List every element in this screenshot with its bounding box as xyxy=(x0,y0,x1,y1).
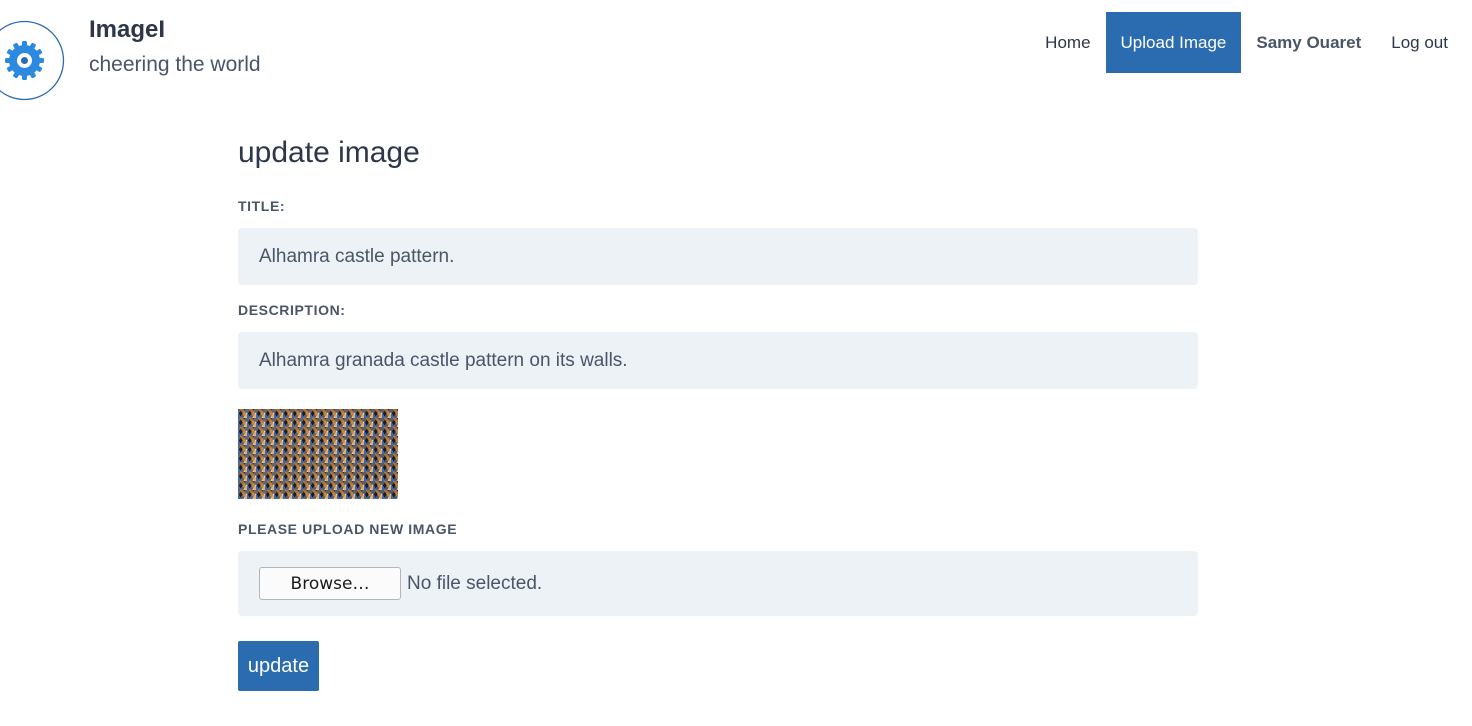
logo-graphic xyxy=(0,20,65,101)
description-input[interactable]: Alhamra granada castle pattern on its wa… xyxy=(238,332,1198,389)
page-title: update image xyxy=(238,136,420,169)
update-image-form: update image TITLE: Alhamra castle patte… xyxy=(238,136,1198,691)
brand-tagline: cheering the world xyxy=(89,53,261,76)
description-input-value: Alhamra granada castle pattern on its wa… xyxy=(259,349,628,371)
title-input-value: Alhamra castle pattern. xyxy=(259,245,455,267)
upload-label: PLEASE UPLOAD NEW IMAGE xyxy=(238,521,458,537)
title-input[interactable]: Alhamra castle pattern. xyxy=(238,228,1198,285)
nav-home-link[interactable]: Home xyxy=(1030,12,1105,73)
current-image-thumbnail xyxy=(238,409,398,499)
file-upload-field[interactable]: Browse… No file selected. xyxy=(238,551,1198,616)
title-label: TITLE: xyxy=(238,198,286,214)
update-button[interactable]: update xyxy=(238,641,319,691)
file-status-text: No file selected. xyxy=(407,572,543,594)
cog-logo-icon[interactable] xyxy=(0,20,65,101)
top-nav: Home Upload Image Samy Ouaret Log out xyxy=(1030,12,1472,73)
nav-user-profile-link[interactable]: Samy Ouaret xyxy=(1241,12,1376,73)
nav-logout-link[interactable]: Log out xyxy=(1376,12,1472,73)
description-label: DESCRIPTION: xyxy=(238,302,346,318)
brand-title[interactable]: ImageI xyxy=(89,16,165,44)
nav-upload-image-link[interactable]: Upload Image xyxy=(1105,12,1242,73)
browse-button[interactable]: Browse… xyxy=(259,567,401,600)
page: ImageI cheering the world Home Upload Im… xyxy=(0,0,1472,726)
